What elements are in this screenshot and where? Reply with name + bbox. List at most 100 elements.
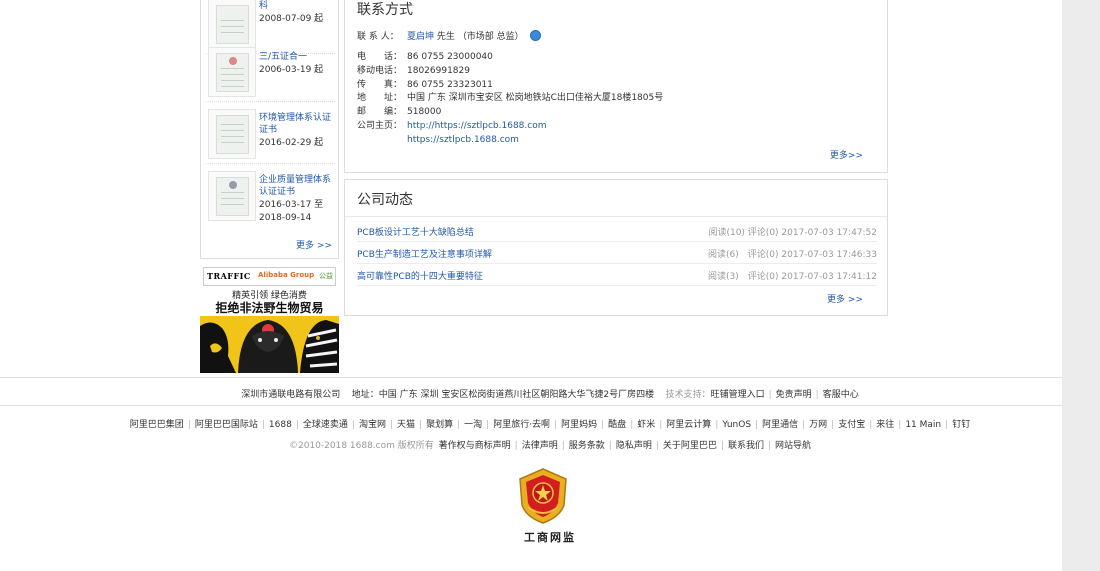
phone-row: 电 话： 86 0755 23000040 [357, 51, 493, 63]
business-license-badge-icon[interactable] [514, 467, 572, 525]
certificate-title[interactable]: 环境管理体系认证证书 [259, 112, 334, 136]
certificate-item[interactable]: 企业质量管理体系认证证书 2016-03-17 至 2018-09-14 [206, 168, 335, 230]
certificate-date-end: 2018-09-14 [259, 213, 312, 223]
certificate-thumbnail[interactable] [208, 0, 256, 49]
footer-group-link[interactable]: 阿里通信 [762, 420, 798, 430]
footer-link-separator: | [457, 420, 461, 430]
footer-middle-divider [0, 405, 1062, 406]
footer-legal-link[interactable]: 关于阿里巴巴 [663, 441, 717, 451]
fax-row: 传 真： 86 0755 23323011 [357, 79, 493, 91]
footer-group-link[interactable]: 万网 [809, 420, 827, 430]
footer-legal-link[interactable]: 著作权与商标声明 [439, 441, 511, 451]
footer-group-link[interactable]: 一淘 [464, 420, 482, 430]
contact-person-name[interactable]: 夏启坤 [407, 32, 434, 42]
footer-group-link[interactable]: 阿里旅行·去啊 [493, 420, 550, 430]
banner-headline: 拒绝非法野生物贸易 [215, 301, 324, 315]
footer-link-separator: | [351, 420, 355, 430]
homepage-row-2: https://sztlpcb.1688.com [357, 134, 519, 146]
footer-company-info: 深圳市通联电路有限公司 地址：中国 广东 深圳 宝安区松岗街道燕川社区朝阳路大华… [241, 390, 859, 400]
footer-group-link[interactable]: 支付宝 [838, 420, 865, 430]
footer-top-divider [0, 377, 1062, 378]
news-item[interactable]: PCB板设计工艺十大缺陷总结 阅读(10) 评论(0) 2017-07-03 1… [357, 220, 877, 242]
footer-legal-link[interactable]: 服务条款 [569, 441, 605, 451]
certificate-thumbnail[interactable] [208, 109, 256, 159]
chat-icon[interactable] [529, 30, 541, 41]
footer-link-separator: | [419, 420, 423, 430]
contact-title: 联系方式 [357, 2, 413, 18]
certificate-date: 2006-03-19 起 [259, 65, 324, 75]
footer-group-link[interactable]: 酷盘 [608, 420, 626, 430]
footer-legal-link[interactable]: 联系我们 [728, 441, 764, 451]
footer-link-separator: | [187, 420, 191, 430]
news-item[interactable]: PCB生产制造工艺及注意事项详解 阅读(6) 评论(0) 2017-07-03 … [357, 242, 877, 264]
certificate-date: 2008-07-09 起 [259, 14, 324, 24]
certificate-date: 2016-03-17 至 [259, 200, 324, 210]
footer-legal-link[interactable]: 网站导航 [775, 441, 811, 451]
footer-legal-link[interactable]: 法律声明 [522, 441, 558, 451]
footer-link-separator: | [831, 420, 835, 430]
footer-address: 中国 广东 深圳 宝安区松岗街道燕川社区朝阳路大华飞捷2号厂房四楼 [378, 390, 655, 400]
footer-link-separator: | [715, 420, 719, 430]
footer-link-separator: | [659, 420, 663, 430]
footer-group-link[interactable]: YunOS [722, 420, 751, 430]
footer-group-link[interactable]: 来往 [876, 420, 894, 430]
certificate-title[interactable]: 科 [259, 0, 334, 12]
footer-group-links: 阿里巴巴集团 | 阿里巴巴国际站 | 1688 | 全球速卖通 | 淘宝网 | 天猫 | 聚划算 | 一淘 |… [0, 417, 1100, 430]
footer-tech-link[interactable]: 旺铺管理入口 [711, 390, 765, 400]
certificate-title[interactable]: 三/五证合一 [259, 51, 334, 63]
footer-tech-link[interactable]: 免责声明 [776, 390, 812, 400]
footer-link-separator: | [389, 420, 393, 430]
footer-group-link[interactable]: 阿里巴巴国际站 [195, 420, 258, 430]
address-label: 地 址： [357, 93, 403, 103]
news-item-meta: 阅读(6) 评论(0) 2017-07-03 17:46:33 [708, 250, 877, 260]
footer-legal-link[interactable]: 隐私声明 [616, 441, 652, 451]
certificate-title[interactable]: 企业质量管理体系认证证书 [259, 174, 334, 198]
footer-group-link[interactable]: 阿里云计算 [666, 420, 711, 430]
news-title: 公司动态 [357, 192, 413, 208]
footer-group-link[interactable]: 聚划算 [426, 420, 453, 430]
footer-link-separator: | [755, 420, 759, 430]
footer-group-link[interactable]: 阿里妈妈 [561, 420, 597, 430]
news-item-meta: 阅读(3) 评论(0) 2017-07-03 17:41:12 [708, 272, 877, 282]
traffic-logo: TRAFFIC [207, 271, 251, 281]
footer-link-separator: | [869, 420, 873, 430]
footer-group-link[interactable]: 全球速卖通 [303, 420, 348, 430]
zip-row: 邮 编： 518000 [357, 106, 441, 118]
contact-person-title: 先生 （市场部 总监） [436, 32, 524, 42]
phone-label: 电 话： [357, 52, 403, 62]
contact-more-link[interactable]: 更多>> [830, 148, 863, 161]
certificate-item[interactable]: 三/五证合一 2006-03-19 起 [206, 44, 335, 102]
news-more-link[interactable]: 更多 >> [827, 292, 863, 305]
footer-group-link[interactable]: 淘宝网 [359, 420, 386, 430]
homepage-link-2[interactable]: https://sztlpcb.1688.com [407, 135, 519, 145]
contact-person-row: 联 系 人： 夏启坤 先生 （市场部 总监） [357, 30, 541, 43]
certificate-thumbnail[interactable] [208, 171, 256, 221]
footer-group-link[interactable]: 11 Main [905, 420, 941, 430]
footer-link-separator: | [720, 441, 724, 451]
footer-group-link[interactable]: 天猫 [397, 420, 415, 430]
footer-group-link[interactable]: 虾米 [637, 420, 655, 430]
footer-group-link[interactable]: 钉钉 [952, 420, 970, 430]
footer-group-link[interactable]: 1688 [269, 420, 292, 430]
homepage-label: 公司主页： [357, 121, 403, 131]
certificates-more-link[interactable]: 更多 >> [296, 238, 332, 251]
footer-link-separator: | [767, 441, 771, 451]
news-item[interactable]: 高可靠性PCB的十四大重要特征 阅读(3) 评论(0) 2017-07-03 1… [357, 264, 877, 286]
news-item-title[interactable]: 高可靠性PCB的十四大重要特征 [357, 269, 483, 282]
certificate-thumbnail[interactable] [208, 47, 256, 97]
footer-group-link[interactable]: 阿里巴巴集团 [130, 420, 184, 430]
news-item-title[interactable]: PCB板设计工艺十大缺陷总结 [357, 225, 474, 238]
fax-label: 传 真： [357, 80, 403, 90]
homepage-link[interactable]: http://https://sztlpcb.1688.com [407, 121, 547, 131]
page-scroll-gutter [1062, 0, 1100, 571]
wildlife-charity-banner[interactable]: TRAFFIC Alibaba Group 公益 精英引领 绿色消费 拒绝非法野… [200, 265, 339, 373]
homepage-row: 公司主页： http://https://sztlpcb.1688.com [357, 120, 547, 132]
footer-copyright: ©2010-2018 1688.com 版权所有 [288, 441, 434, 451]
news-item-title[interactable]: PCB生产制造工艺及注意事项详解 [357, 247, 492, 260]
footer-link-separator: | [898, 420, 902, 430]
footer-tech-link[interactable]: 客服中心 [823, 390, 859, 400]
address-row: 地 址： 中国 广东 深圳市宝安区 松岗地铁站C出口佳裕大厦18楼1805号 [357, 92, 663, 104]
certificate-item[interactable]: 环境管理体系认证证书 2016-02-29 起 [206, 106, 335, 164]
mobile-row: 移动电话： 18026991829 [357, 65, 470, 77]
footer-link-separator: | [601, 420, 605, 430]
